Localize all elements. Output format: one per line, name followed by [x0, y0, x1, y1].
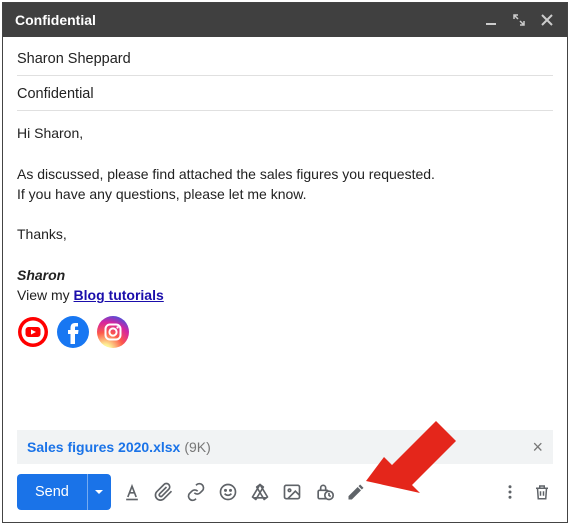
drive-icon[interactable]	[249, 481, 271, 503]
attachment-chip[interactable]: Sales figures 2020.xlsx (9K) ×	[17, 430, 553, 464]
to-field[interactable]: Sharon Sheppard	[17, 41, 553, 76]
minimize-icon[interactable]	[483, 12, 499, 28]
send-button[interactable]: Send	[17, 474, 87, 510]
attach-file-icon[interactable]	[153, 481, 175, 503]
blog-tutorials-link[interactable]: Blog tutorials	[74, 287, 164, 303]
emoji-icon[interactable]	[217, 481, 239, 503]
instagram-icon[interactable]	[97, 316, 129, 348]
window-title: Confidential	[15, 12, 471, 28]
compose-toolbar: Send	[3, 464, 567, 522]
subject-field[interactable]: Confidential	[17, 76, 553, 111]
signature-name: Sharon	[17, 267, 65, 283]
body-paragraph-1: As discussed, please find attached the s…	[17, 164, 553, 184]
social-icons-row	[17, 316, 553, 348]
signature-prefix: View my	[17, 287, 74, 303]
compose-window: Confidential Sharon Sheppard Confidentia…	[2, 2, 568, 523]
send-button-group: Send	[17, 474, 111, 510]
body-paragraph-2: If you have any questions, please let me…	[17, 184, 553, 204]
formatting-icon[interactable]	[121, 481, 143, 503]
insert-link-icon[interactable]	[185, 481, 207, 503]
discard-draft-icon[interactable]	[531, 481, 553, 503]
compose-content: Sharon Sheppard Confidential Hi Sharon, …	[3, 37, 567, 430]
attachment-name: Sales figures 2020.xlsx	[27, 439, 180, 455]
confidential-mode-icon[interactable]	[313, 481, 335, 503]
send-options-button[interactable]	[87, 474, 111, 510]
body-greeting: Hi Sharon,	[17, 123, 553, 143]
expand-icon[interactable]	[511, 12, 527, 28]
more-options-icon[interactable]	[499, 481, 521, 503]
insert-photo-icon[interactable]	[281, 481, 303, 503]
message-body[interactable]: Hi Sharon, As discussed, please find att…	[17, 111, 553, 348]
attachment-size: (9K)	[184, 439, 210, 455]
youtube-icon[interactable]	[17, 316, 49, 348]
attachment-remove-icon[interactable]: ×	[532, 437, 543, 458]
body-closing: Thanks,	[17, 224, 553, 244]
titlebar: Confidential	[3, 3, 567, 37]
insert-signature-icon[interactable]	[345, 481, 367, 503]
facebook-icon[interactable]	[57, 316, 89, 348]
close-icon[interactable]	[539, 12, 555, 28]
